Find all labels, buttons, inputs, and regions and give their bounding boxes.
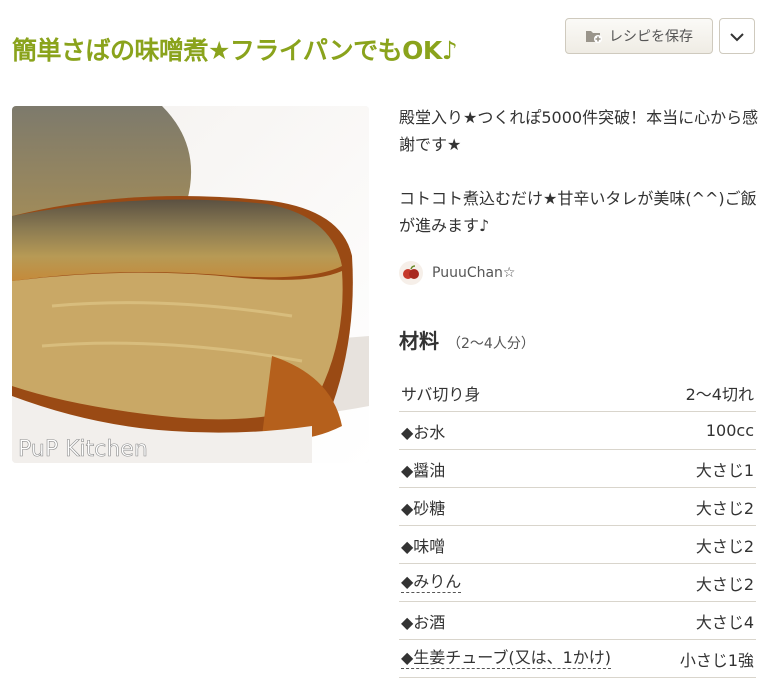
ingredient-row: ◆みりん 大さじ2 (399, 564, 756, 602)
recipe-title: 簡単さばの味噌煮★フライパンでもOK♪ (12, 35, 458, 65)
ingredient-name: サバ切り身 (401, 384, 481, 404)
description-line-2: コトコト煮込むだけ★甘辛いタレが美味(^^)ご飯が進みます♪ (399, 189, 757, 235)
folder-plus-icon (585, 28, 603, 44)
description-line-1: 殿堂入り★つくれぽ5000件突破！本当に心から感謝です★ (399, 108, 759, 154)
ingredient-row: サバ切り身 2〜4切れ (399, 374, 756, 412)
more-options-button[interactable] (719, 18, 755, 54)
ingredient-row: ◆味噌 大さじ2 (399, 526, 756, 564)
ingredients-list: サバ切り身 2〜4切れ ◆お水 100cc ◆醤油 大さじ1 ◆砂糖 大さじ2 ◆味噌 大さじ2 ◆… (399, 374, 756, 678)
ingredient-quantity: 大さじ1 (695, 460, 754, 480)
ingredient-quantity: 大さじ2 (695, 574, 754, 594)
ingredients-servings: （2〜4人分） (447, 336, 535, 352)
ingredient-quantity: 大さじ4 (695, 612, 754, 632)
ingredient-row: ◆醤油 大さじ1 (399, 450, 756, 488)
ingredient-quantity: 小さじ1強 (679, 650, 754, 670)
ingredient-name: ◆お水 (401, 422, 446, 442)
author-name: PuuuChan☆ (432, 265, 516, 281)
ingredient-row: ◆お水 100cc (399, 412, 756, 450)
ingredient-quantity: 大さじ2 (695, 536, 754, 556)
ingredient-name: ◆砂糖 (401, 498, 446, 518)
author-avatar (399, 261, 423, 285)
save-recipe-button[interactable]: レシピを保存 (565, 18, 713, 54)
chevron-down-icon (729, 27, 745, 46)
save-recipe-label: レシピを保存 (609, 28, 693, 44)
author-link[interactable]: PuuuChan☆ (399, 260, 515, 286)
ingredient-name: ◆醤油 (401, 460, 446, 480)
ingredient-row: ◆砂糖 大さじ2 (399, 488, 756, 526)
ingredient-name: ◆味噌 (401, 536, 446, 556)
ingredient-quantity: 大さじ2 (695, 498, 754, 518)
ingredient-row: ◆生姜チューブ(又は、1かけ) 小さじ1強 (399, 640, 756, 678)
ingredient-name[interactable]: ◆生姜チューブ(又は、1かけ) (401, 648, 612, 669)
photo-watermark: PuP Kitchen (18, 437, 148, 462)
recipe-description: 殿堂入り★つくれぽ5000件突破！本当に心から感謝です★ コトコト煮込むだけ★甘… (399, 104, 759, 266)
ingredient-quantity: 2〜4切れ (685, 384, 754, 404)
ingredient-row: ◆お酒 大さじ4 (399, 602, 756, 640)
ingredient-name: ◆お酒 (401, 612, 446, 632)
ingredients-title: 材料 (399, 329, 439, 353)
ingredient-quantity: 100cc (705, 421, 754, 440)
ingredients-heading: 材料 （2〜4人分） (399, 325, 535, 354)
recipe-photo[interactable]: PuP Kitchen (12, 106, 369, 463)
ingredient-name[interactable]: ◆みりん (401, 572, 462, 593)
